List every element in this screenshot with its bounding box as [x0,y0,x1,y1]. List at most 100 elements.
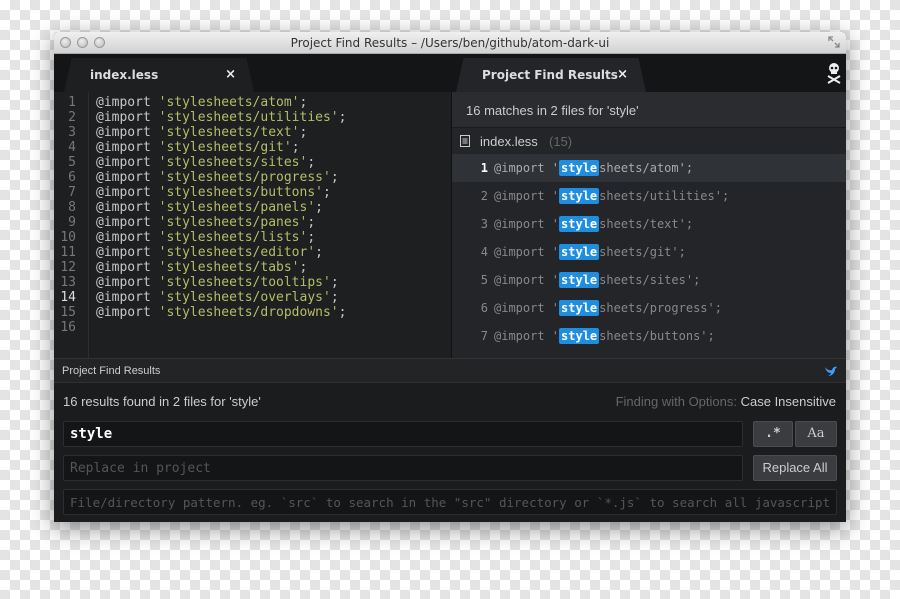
line-number: 16 [60,320,76,335]
match-line-number: 3 [480,217,488,231]
code-punctuation: ; [338,305,347,320]
code-punctuation: ; [291,140,300,155]
find-input-value: style [70,426,113,442]
result-file-row[interactable]: index.less (15) [452,128,846,154]
code-punctuation: ; [315,200,323,215]
code-keyword: @import [96,155,159,170]
code-string: 'stylesheets/utilities' [158,110,339,125]
code-keyword: @import [96,305,159,320]
code-punctuation: ; [299,125,308,140]
tab-close-icon[interactable]: × [225,67,236,82]
match-row[interactable]: 7 @import ' style sheets/buttons'; [452,322,846,350]
code-line[interactable]: 3 @import 'stylesheets/text'; [54,125,451,140]
code-text: @import 'stylesheets/editor'; [96,245,323,260]
code-string: 'stylesheets/tabs' [158,260,300,275]
code-line[interactable]: 12 @import 'stylesheets/tabs'; [54,260,451,275]
code-string: 'stylesheets/tooltips' [158,275,331,290]
code-string: 'stylesheets/text' [158,125,300,140]
skull-crossbones-icon [827,63,841,84]
code-line[interactable]: 1 @import 'stylesheets/atom'; [54,95,451,110]
match-line-number: 2 [480,189,488,203]
line-number: 8 [68,200,76,215]
line-number: 9 [68,215,76,230]
find-input[interactable]: style [63,421,743,447]
code-string: 'stylesheets/lists' [158,230,308,245]
code-line[interactable]: 10 @import 'stylesheets/lists'; [54,230,451,245]
code-keyword: @import [96,110,159,125]
code-punctuation: ; [307,230,316,245]
code-string: 'stylesheets/git' [158,140,292,155]
replace-placeholder: Replace in project [70,461,211,476]
line-number: 7 [68,185,76,200]
code-line[interactable]: 16 [54,320,451,335]
code-punctuation: ; [315,245,323,260]
code-string: 'stylesheets/editor' [158,245,316,260]
line-number: 13 [60,275,76,290]
replace-input[interactable]: Replace in project [63,455,743,481]
match-before: @import ' [494,217,560,231]
code-string: 'stylesheets/dropdowns' [158,305,339,320]
line-number: 3 [68,125,76,140]
code-keyword: @import [96,245,159,260]
match-row[interactable]: 5 @import ' style sheets/sites'; [452,266,846,294]
code-line[interactable]: 2 @import 'stylesheets/utilities'; [54,110,451,125]
match-highlight: style [559,300,600,316]
case-sensitive-toggle-button[interactable]: Aa [795,421,837,447]
code-line[interactable]: 9 @import 'stylesheets/panes'; [54,215,451,230]
code-line[interactable]: 14 @import 'stylesheets/overlays'; [54,290,451,305]
tab-project-find-results[interactable]: Project Find Results × [456,58,646,92]
code-line[interactable]: 8 @import 'stylesheets/panels'; [54,200,451,215]
match-text: @import ' style sheets/text'; [494,216,693,232]
find-results-pane: 16 matches in 2 files for 'style' index.… [452,92,846,358]
code-text: @import 'stylesheets/utilities'; [96,110,346,125]
match-highlight: style [559,160,600,176]
regex-toggle-button[interactable]: .* [753,421,793,447]
fullscreen-icon[interactable] [828,36,840,48]
bird-icon [825,366,837,376]
match-after: sheets/progress'; [599,301,722,315]
match-after: sheets/atom'; [599,161,694,175]
line-number: 15 [60,305,76,320]
match-row[interactable]: 6 @import ' style sheets/progress'; [452,294,846,322]
code-punctuation: ; [299,95,308,110]
code-punctuation: ; [330,170,339,185]
replace-all-button[interactable]: Replace All [753,455,837,481]
results-summary: 16 matches in 2 files for 'style' [452,92,846,128]
panel-header: Project Find Results [54,359,846,383]
code-line[interactable]: 15 @import 'stylesheets/dropdowns'; [54,305,451,320]
code-text: @import 'stylesheets/dropdowns'; [96,305,346,320]
code-text: @import 'stylesheets/text'; [96,125,307,140]
line-number: 5 [68,155,76,170]
code-line[interactable]: 4 @import 'stylesheets/git'; [54,140,451,155]
match-line-number: 7 [480,329,488,343]
match-highlight: style [559,216,600,232]
code-punctuation: ; [299,260,308,275]
match-row[interactable]: 3 @import ' style sheets/text'; [452,210,846,238]
path-pattern-input[interactable]: File/directory pattern. eg. `src` to sea… [63,489,837,515]
match-line-number: 1 [480,161,488,175]
code-line[interactable]: 6 @import 'stylesheets/progress'; [54,170,451,185]
match-highlight: style [559,244,600,260]
find-options-status: Finding with Options: Case Insensitive [616,394,836,409]
match-row[interactable]: 2 @import ' style sheets/utilities'; [452,182,846,210]
match-line-number: 5 [480,273,488,287]
options-label: Finding with Options: [615,394,741,409]
code-line[interactable]: 11 @import 'stylesheets/editor'; [54,245,451,260]
code-line[interactable]: 7 @import 'stylesheets/buttons'; [54,185,451,200]
code-string: 'stylesheets/atom' [158,95,300,110]
tab-close-icon[interactable]: × [617,67,628,82]
code-keyword: @import [96,275,159,290]
code-editor[interactable]: 1 @import 'stylesheets/atom'; 2 @import 'st… [54,92,451,358]
tab-index-less[interactable]: index.less × [64,58,254,92]
file-icon [460,135,470,147]
match-row[interactable]: 1 @import ' style sheets/atom'; [452,154,846,182]
code-keyword: @import [96,185,159,200]
code-line[interactable]: 13 @import 'stylesheets/tooltips'; [54,275,451,290]
app-window: Project Find Results – /Users/ben/github… [54,32,846,522]
match-row[interactable]: 4 @import ' style sheets/git'; [452,238,846,266]
code-string: 'stylesheets/buttons' [158,185,323,200]
path-placeholder: File/directory pattern. eg. `src` to sea… [70,495,837,510]
match-highlight: style [559,188,600,204]
code-line[interactable]: 5 @import 'stylesheets/sites'; [54,155,451,170]
code-text: @import 'stylesheets/panels'; [96,200,323,215]
